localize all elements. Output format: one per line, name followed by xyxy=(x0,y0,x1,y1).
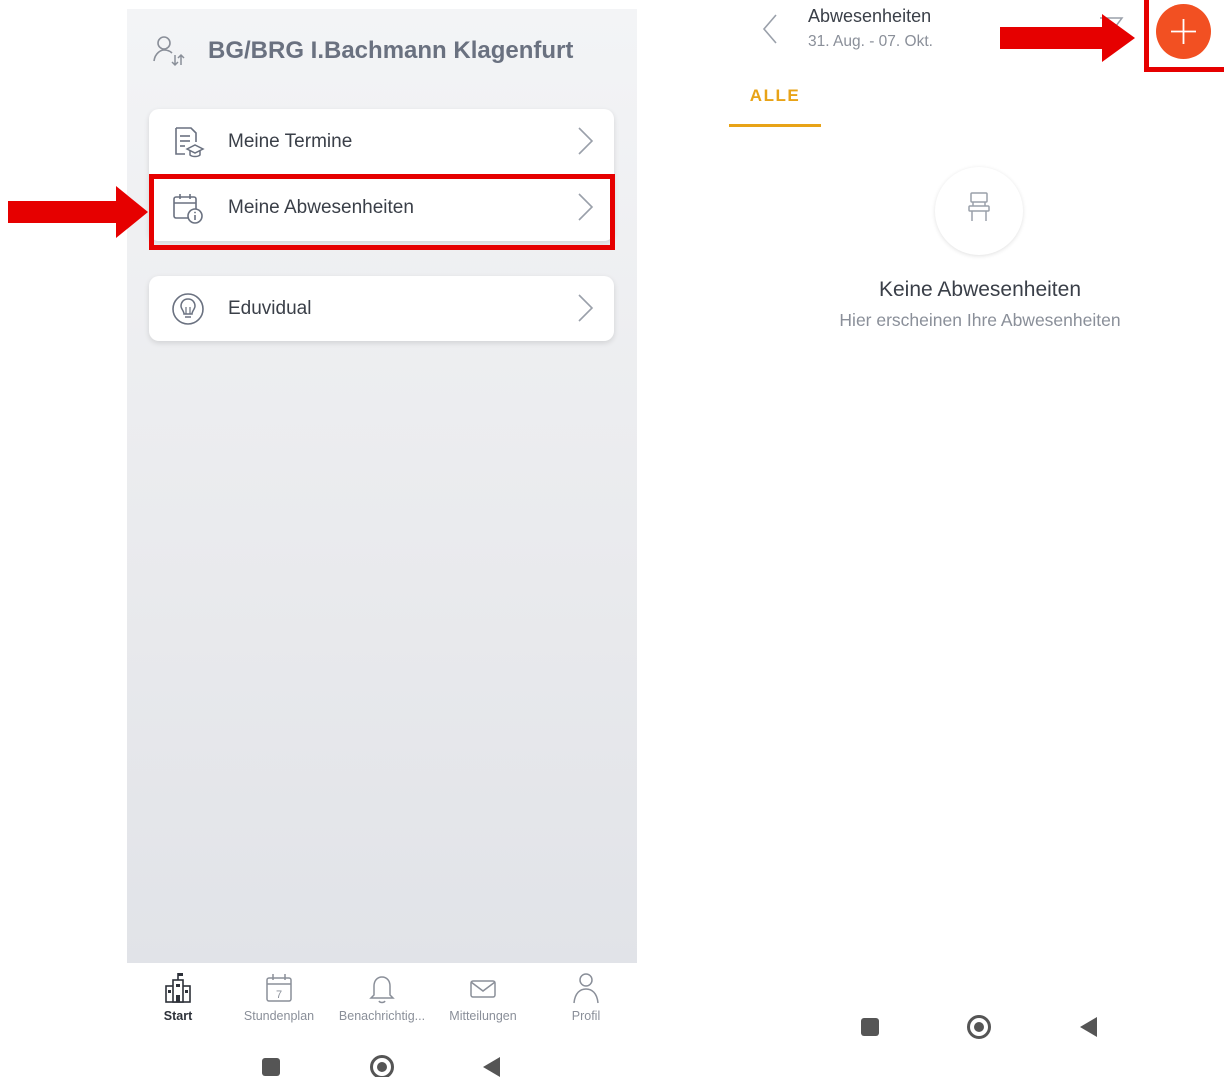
chevron-right-icon xyxy=(578,127,594,155)
calendar-badge: 7 xyxy=(276,989,282,1001)
recent-apps-button[interactable] xyxy=(262,1058,280,1076)
lightbulb-icon xyxy=(172,293,204,325)
home-screen: BG/BRG I.Bachmann Klagenfurt Meine Termi… xyxy=(127,9,637,963)
school-building-icon xyxy=(165,973,191,1003)
arrow-right-icon xyxy=(8,186,148,238)
chevron-right-icon xyxy=(578,294,594,322)
menu-card-eduvidual: Eduvidual xyxy=(149,276,614,341)
menu-item-label: Meine Termine xyxy=(228,131,353,152)
tab-stundenplan[interactable]: 7 Stundenplan xyxy=(229,971,329,1023)
date-range[interactable]: 31. Aug. - 07. Okt. xyxy=(808,33,933,51)
calendar-icon: 7 xyxy=(266,974,292,1002)
school-name: BG/BRG I.Bachmann Klagenfurt xyxy=(208,37,574,64)
tab-benachrichtigungen[interactable]: Benachrichtig... xyxy=(332,971,432,1023)
arrow-right-icon xyxy=(1000,14,1135,62)
menu-item-eduvidual[interactable]: Eduvidual xyxy=(149,276,614,341)
tab-alle[interactable]: ALLE xyxy=(729,86,821,106)
bottom-tab-bar: Start 7 Stundenplan Benachrichtig... Mit… xyxy=(127,963,637,1033)
tab-label: Profil xyxy=(571,1009,601,1023)
menu-item-termine[interactable]: Meine Termine xyxy=(149,109,614,174)
envelope-icon xyxy=(470,980,496,998)
menu-item-label: Eduvidual xyxy=(228,298,312,319)
tab-profil[interactable]: Profil xyxy=(536,971,636,1023)
back-button[interactable] xyxy=(483,1057,500,1077)
empty-state-title: Keine Abwesenheiten xyxy=(879,278,1081,301)
tab-label: Mitteilungen xyxy=(449,1009,517,1023)
school-header[interactable]: BG/BRG I.Bachmann Klagenfurt xyxy=(127,29,637,77)
document-graduation-icon xyxy=(175,127,205,158)
home-button[interactable] xyxy=(967,1015,991,1039)
empty-state-subtitle: Hier erscheinen Ihre Abwesenheiten xyxy=(839,310,1121,330)
switch-user-icon[interactable] xyxy=(151,33,187,69)
highlight-box-add xyxy=(1144,0,1224,72)
highlight-box-abwesenheiten xyxy=(149,174,615,250)
home-button[interactable] xyxy=(370,1055,394,1077)
person-icon xyxy=(573,973,599,1004)
page-title: Abwesenheiten xyxy=(808,6,932,26)
recent-apps-button[interactable] xyxy=(861,1018,879,1036)
empty-state-icon-circle xyxy=(935,167,1023,255)
chair-icon xyxy=(968,192,990,221)
tab-label: Benachrichtig... xyxy=(338,1009,426,1023)
back-button[interactable] xyxy=(1080,1017,1097,1037)
tab-start[interactable]: Start xyxy=(128,971,228,1023)
back-chevron-icon[interactable] xyxy=(760,12,780,46)
tab-label: Stundenplan xyxy=(243,1009,315,1023)
tab-label: Start xyxy=(163,1009,193,1023)
bell-icon xyxy=(369,976,395,1004)
tab-mitteilungen[interactable]: Mitteilungen xyxy=(433,971,533,1023)
tab-indicator xyxy=(729,124,821,127)
